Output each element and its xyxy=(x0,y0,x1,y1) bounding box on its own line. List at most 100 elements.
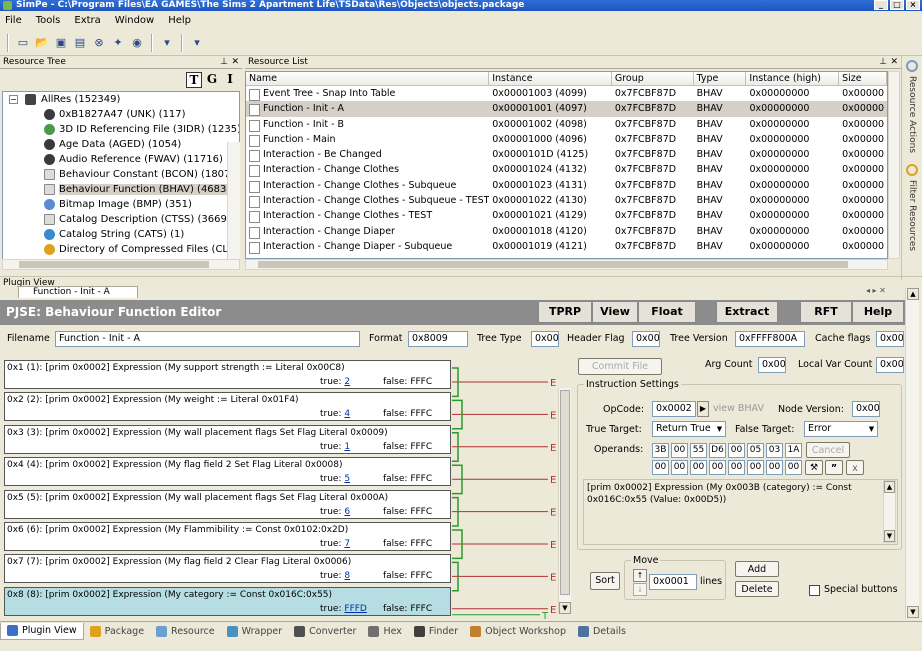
wizard-icon[interactable]: ⚒ xyxy=(805,460,823,475)
doc-nav-arrows[interactable]: ◂ ▸ ✕ xyxy=(866,286,886,295)
float-button[interactable]: Float xyxy=(638,301,696,323)
filter-resources-tab[interactable]: Filter Resources xyxy=(907,180,917,251)
instruction-node[interactable]: 0x2 (2): [prim 0x0002] Expression (My we… xyxy=(4,392,451,422)
tree-item[interactable]: 3D ID Referencing File (3IDR) (1235) xyxy=(3,122,239,137)
operand-field[interactable]: 00 xyxy=(747,460,764,475)
cancel-button[interactable]: Cancel xyxy=(806,442,850,458)
tree-type-input[interactable]: 0x00 xyxy=(531,331,559,347)
tree-version-input[interactable]: 0xFFFF800A xyxy=(735,331,805,347)
tree-mode-t-button[interactable]: T xyxy=(186,72,202,88)
format-input[interactable]: 0x8009 xyxy=(408,331,468,347)
clear-operands-button[interactable]: x xyxy=(846,460,864,475)
minimize-button[interactable]: _ xyxy=(874,0,888,10)
save-as-icon[interactable]: ▤ xyxy=(72,35,88,51)
column-header[interactable]: Instance (high) xyxy=(746,72,840,85)
resource-actions-icon[interactable] xyxy=(906,60,918,72)
pin-icon[interactable]: ⊥ xyxy=(879,56,887,69)
operand-field[interactable]: 3B xyxy=(652,443,669,458)
plugin-view-scrollbar[interactable]: ▲ ▼ xyxy=(905,288,919,618)
tab-resource[interactable]: Resource xyxy=(150,623,221,640)
column-header[interactable]: Instance xyxy=(489,72,612,85)
view-bhav-link[interactable]: view BHAV xyxy=(713,402,764,416)
column-header[interactable]: Type xyxy=(694,72,747,85)
neighborhood-icon[interactable]: ◉ xyxy=(129,35,145,51)
operand-field[interactable]: 03 xyxy=(766,443,783,458)
resource-row[interactable]: Interaction - Change Clothes - TEST 0x000… xyxy=(246,208,887,224)
tab-finder[interactable]: Finder xyxy=(408,623,464,640)
move-down-icon[interactable]: ↓ xyxy=(633,583,647,596)
operand-field[interactable]: 00 xyxy=(728,460,745,475)
scroll-up-icon[interactable]: ▲ xyxy=(884,481,895,493)
chevron-down-icon[interactable]: ▼ xyxy=(866,422,877,436)
column-header[interactable]: Group xyxy=(612,72,694,85)
sims-icon[interactable]: ✦ xyxy=(110,35,126,51)
move-lines-input[interactable]: 0x0001 xyxy=(649,574,697,590)
save-icon[interactable]: ▣ xyxy=(53,35,69,51)
tree-item[interactable]: Catalog Description (CTSS) (3669) xyxy=(3,212,239,227)
operand-field[interactable]: 00 xyxy=(785,460,802,475)
column-header[interactable]: Name xyxy=(246,72,490,85)
resource-row[interactable]: Interaction - Be Changed 0x0000101D (4125… xyxy=(246,147,887,163)
tree-mode-i-button[interactable]: I xyxy=(222,72,238,88)
tree-mode-g-button[interactable]: G xyxy=(204,72,220,88)
instruction-node[interactable]: 0x4 (4): [prim 0x0002] Expression (My fl… xyxy=(4,457,451,487)
toolbar-overflow-icon-2[interactable]: ▾ xyxy=(189,35,205,51)
list-horizontal-scrollbar[interactable] xyxy=(245,259,888,270)
header-flag-input[interactable]: 0x00 xyxy=(632,331,660,347)
tree-item[interactable]: Catalog String (CATS) (1) xyxy=(3,227,239,242)
operand-field[interactable]: 00 xyxy=(690,460,707,475)
instruction-scroll-thumb[interactable] xyxy=(560,390,570,595)
operand-field[interactable]: 00 xyxy=(728,443,745,458)
resource-row[interactable]: Interaction - Change Clothes - Subqueue 0… xyxy=(246,178,887,194)
close-window-button[interactable]: × xyxy=(906,0,920,10)
rft-button[interactable]: RFT xyxy=(800,301,852,323)
true-target-link[interactable]: 2 xyxy=(344,377,350,387)
tree-item[interactable]: Age Data (AGED) (1054) xyxy=(3,137,239,152)
chevron-down-icon[interactable]: ▼ xyxy=(714,422,725,436)
resource-row[interactable]: Function - Init - A 0x00001001 (4097) 0x7F… xyxy=(246,101,887,117)
tab-converter[interactable]: Converter xyxy=(288,623,362,640)
toolbar-overflow-icon[interactable]: ▾ xyxy=(159,35,175,51)
opcode-arrow-icon[interactable]: ▶ xyxy=(697,401,709,417)
quote-button[interactable]: ” xyxy=(825,460,843,475)
tree-item[interactable]: Behaviour Function (BHAV) (46832) xyxy=(3,182,239,197)
resource-row[interactable]: Function - Init - B 0x00001002 (4098) 0x7F… xyxy=(246,117,887,132)
help-button[interactable]: Help xyxy=(852,301,904,323)
menu-window[interactable]: Window xyxy=(115,15,154,26)
true-target-link[interactable]: 1 xyxy=(344,442,350,452)
local-var-count-input[interactable]: 0x00 xyxy=(876,357,904,373)
true-target-link[interactable]: 8 xyxy=(344,571,350,581)
tree-root[interactable]: − AllRes (152349) xyxy=(3,92,239,107)
menu-file[interactable]: File xyxy=(5,15,22,26)
list-vertical-scrollbar[interactable] xyxy=(888,71,900,259)
description-scrollbar[interactable]: ▲ ▼ xyxy=(883,480,896,543)
resource-row[interactable]: Interaction - Change Diaper 0x00001018 (4… xyxy=(246,224,887,239)
close-panel-icon[interactable]: ✕ xyxy=(890,56,898,69)
operand-field[interactable]: D6 xyxy=(709,443,726,458)
new-file-icon[interactable]: ▭ xyxy=(15,35,31,51)
menu-tools[interactable]: Tools xyxy=(36,15,61,26)
menu-help[interactable]: Help xyxy=(168,15,191,26)
true-target-link[interactable]: 6 xyxy=(344,507,350,517)
close-file-icon[interactable]: ⊗ xyxy=(91,35,107,51)
tab-details[interactable]: Details xyxy=(572,623,632,640)
sort-button[interactable]: Sort xyxy=(590,572,620,590)
resource-list[interactable]: Name Instance Group Type Instance (high) Size… xyxy=(245,71,888,259)
operand-field[interactable]: 55 xyxy=(690,443,707,458)
document-tab[interactable]: Function - Init - A xyxy=(18,286,138,298)
instruction-node[interactable]: 0x6 (6): [prim 0x0002] Expression (My Fl… xyxy=(4,522,451,551)
arg-count-input[interactable]: 0x00 xyxy=(758,357,786,373)
resource-actions-tab[interactable]: Resource Actions xyxy=(907,76,917,153)
delete-button[interactable]: Delete xyxy=(735,581,779,597)
view-button[interactable]: View xyxy=(592,301,638,323)
instruction-node[interactable]: 0x8 (8): [prim 0x0002] Expression (My ca… xyxy=(4,586,451,616)
resource-row[interactable]: Function - Main 0x00001000 (4096) 0x7FCBF8… xyxy=(246,132,887,148)
tree-vertical-scrollbar[interactable] xyxy=(227,142,240,260)
tab-package[interactable]: Package xyxy=(84,623,150,640)
scroll-up-icon[interactable]: ▲ xyxy=(907,288,919,300)
commit-file-button[interactable]: Commit File xyxy=(578,358,662,375)
tree-horizontal-scrollbar[interactable] xyxy=(2,259,240,270)
scroll-down-icon[interactable]: ▼ xyxy=(559,602,571,614)
operand-field[interactable]: 00 xyxy=(709,460,726,475)
tree-hscroll-thumb[interactable] xyxy=(19,261,209,268)
